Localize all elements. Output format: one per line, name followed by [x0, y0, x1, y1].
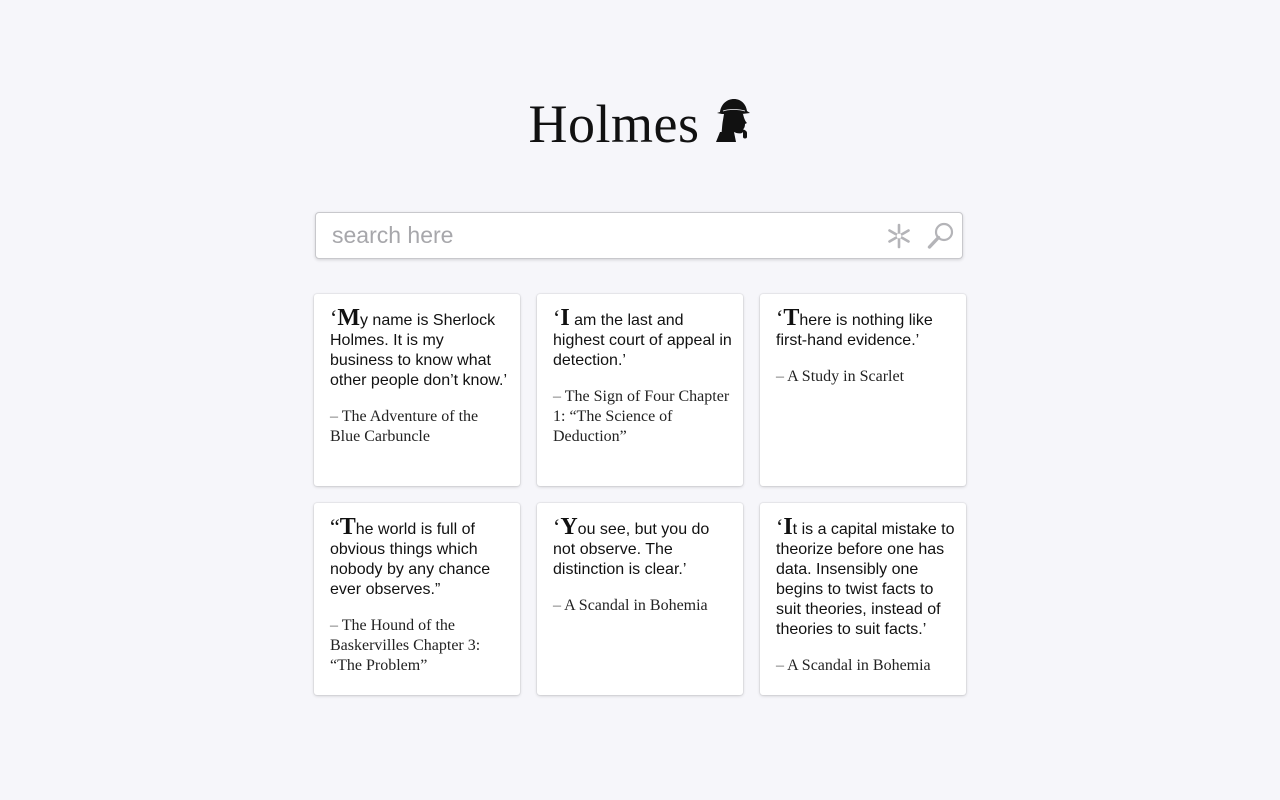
magnifier-icon[interactable]	[926, 221, 956, 251]
quote-initial-letter: Y	[560, 514, 578, 540]
quote-card[interactable]: “The world is full of obvious things whi…	[314, 503, 520, 695]
search-bar	[315, 212, 963, 259]
source-title: A Study in Scarlet	[787, 368, 905, 385]
quote-card[interactable]: ‘I am the last and highest court of appe…	[537, 294, 743, 486]
quote-initial-letter: I	[783, 514, 793, 540]
source-title: The Sign of Four Chapter 1: “The Science…	[553, 388, 730, 445]
source-dash: –	[553, 597, 561, 614]
quote-source: – The Hound of the Baskervilles Chapter …	[330, 616, 510, 676]
quote-text: ‘There is nothing like first-hand eviden…	[776, 305, 956, 351]
quote-text: “The world is full of obvious things whi…	[330, 514, 510, 600]
source-dash: –	[776, 368, 784, 385]
source-dash: –	[330, 617, 338, 634]
quote-text: ‘My name is Sherlock Holmes. It is my bu…	[330, 305, 510, 391]
quote-body: am the last and highest court of appeal …	[553, 312, 732, 369]
source-title: The Adventure of the Blue Carbuncle	[330, 408, 479, 445]
source-dash: –	[330, 408, 338, 425]
quote-body: t is a capital mistake to theorize befor…	[776, 521, 955, 638]
quote-text: ‘It is a capital mistake to theorize bef…	[776, 514, 956, 640]
source-title: The Hound of the Baskervilles Chapter 3:…	[330, 617, 481, 674]
asterisk-icon[interactable]	[886, 223, 912, 249]
quote-initial-letter: M	[337, 305, 360, 331]
source-dash: –	[553, 388, 561, 405]
quote-open-mark: “	[330, 514, 340, 539]
app-logo: Holmes	[0, 88, 1280, 158]
sherlock-silhouette-icon	[715, 99, 750, 142]
quote-text: ‘You see, but you do not observe. The di…	[553, 514, 733, 580]
quote-card[interactable]: ‘My name is Sherlock Holmes. It is my bu…	[314, 294, 520, 486]
app-title: Holmes	[528, 94, 700, 154]
quote-card[interactable]: ‘It is a capital mistake to theorize bef…	[760, 503, 966, 695]
quote-initial-letter: I	[560, 305, 570, 331]
quote-source: – A Scandal in Bohemia	[776, 656, 956, 676]
quote-card[interactable]: ‘There is nothing like first-hand eviden…	[760, 294, 966, 486]
search-input[interactable]	[316, 213, 876, 258]
quote-initial-letter: T	[339, 514, 356, 540]
source-dash: –	[776, 657, 784, 674]
quote-body: here is nothing like first-hand evidence…	[776, 312, 933, 349]
quote-initial-letter: T	[783, 305, 800, 331]
quote-source: – A Study in Scarlet	[776, 367, 956, 387]
source-title: A Scandal in Bohemia	[787, 657, 931, 674]
quote-card[interactable]: ‘You see, but you do not observe. The di…	[537, 503, 743, 695]
quote-source: – The Adventure of the Blue Carbuncle	[330, 407, 510, 447]
quote-cards-grid: ‘My name is Sherlock Holmes. It is my bu…	[314, 294, 966, 695]
source-title: A Scandal in Bohemia	[564, 597, 708, 614]
quote-text: ‘I am the last and highest court of appe…	[553, 305, 733, 371]
quote-source: – A Scandal in Bohemia	[553, 596, 733, 616]
quote-source: – The Sign of Four Chapter 1: “The Scien…	[553, 387, 733, 447]
